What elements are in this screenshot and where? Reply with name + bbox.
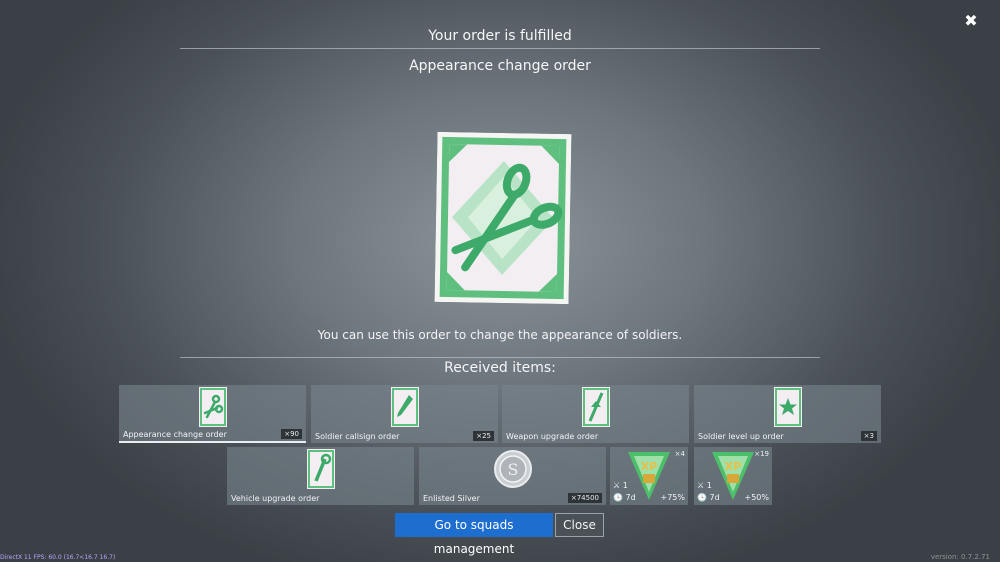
appearance-order-card-icon [434,131,572,305]
close-button[interactable]: Close [555,513,604,537]
item-label: Enlisted Silver [423,494,480,503]
order-name: Appearance change order [409,58,591,74]
booster-duration: 🕓 7d [613,493,636,502]
item-enlisted-silver[interactable]: S Enlisted Silver ×74500 [419,447,606,505]
silver-coin-icon: S [493,450,532,488]
received-heading: Received items: [444,360,556,376]
item-appearance-change-order[interactable]: Appearance change order ×90 [119,385,306,443]
page-title: Your order is fulfilled [428,28,572,44]
booster-bonus: +50% [744,493,769,502]
order-description: You can use this order to change the app… [317,328,683,342]
item-weapon-upgrade-order[interactable]: Weapon upgrade order [502,385,689,443]
booster-count: ×19 [754,450,769,458]
item-count: ×90 [281,429,302,439]
go-to-squads-button[interactable]: Go to squads management [395,513,553,556]
item-label: Weapon upgrade order [506,432,599,441]
wrench-order-icon [306,449,335,489]
item-count: ×3 [860,431,877,441]
item-vehicle-upgrade-order[interactable]: Vehicle upgrade order [227,447,414,505]
pencil-order-icon [390,387,419,427]
rifle-order-icon [581,387,610,427]
item-label: Soldier level up order [698,432,784,441]
version-label: version: 0.7.2.71 [930,553,990,561]
fps-counter: DirectX 11 FPS: 60.0 (16.7<16.7 16.7) [0,554,116,561]
booster-count: ×4 [674,450,685,458]
svg-text:XP: XP [725,460,742,473]
scissors-order-icon [198,387,227,427]
booster-battles: ⚔ 1 [613,481,628,490]
item-soldier-callsign-order[interactable]: Soldier callsign order ×25 [311,385,498,443]
xp-booster-tile[interactable]: XP ×19 ⚔ 1 🕓 7d +50% [694,447,772,505]
item-label: Soldier callsign order [315,432,400,441]
star-order-icon [773,387,802,427]
svg-text:S: S [507,460,518,479]
divider [180,357,820,358]
booster-battles: ⚔ 1 [697,481,712,490]
booster-duration: 🕓 7d [697,493,720,502]
divider [180,48,820,49]
xp-booster-tile[interactable]: XP ×4 ⚔ 1 🕓 7d +75% [610,447,688,505]
item-soldier-level-up-order[interactable]: Soldier level up order ×3 [694,385,881,443]
item-count: ×74500 [567,493,602,503]
close-icon[interactable]: ✖ [962,12,980,30]
svg-text:XP: XP [641,460,658,473]
item-label: Appearance change order [123,430,227,439]
item-label: Vehicle upgrade order [231,494,320,503]
item-count: ×25 [473,431,494,441]
booster-bonus: +75% [660,493,685,502]
